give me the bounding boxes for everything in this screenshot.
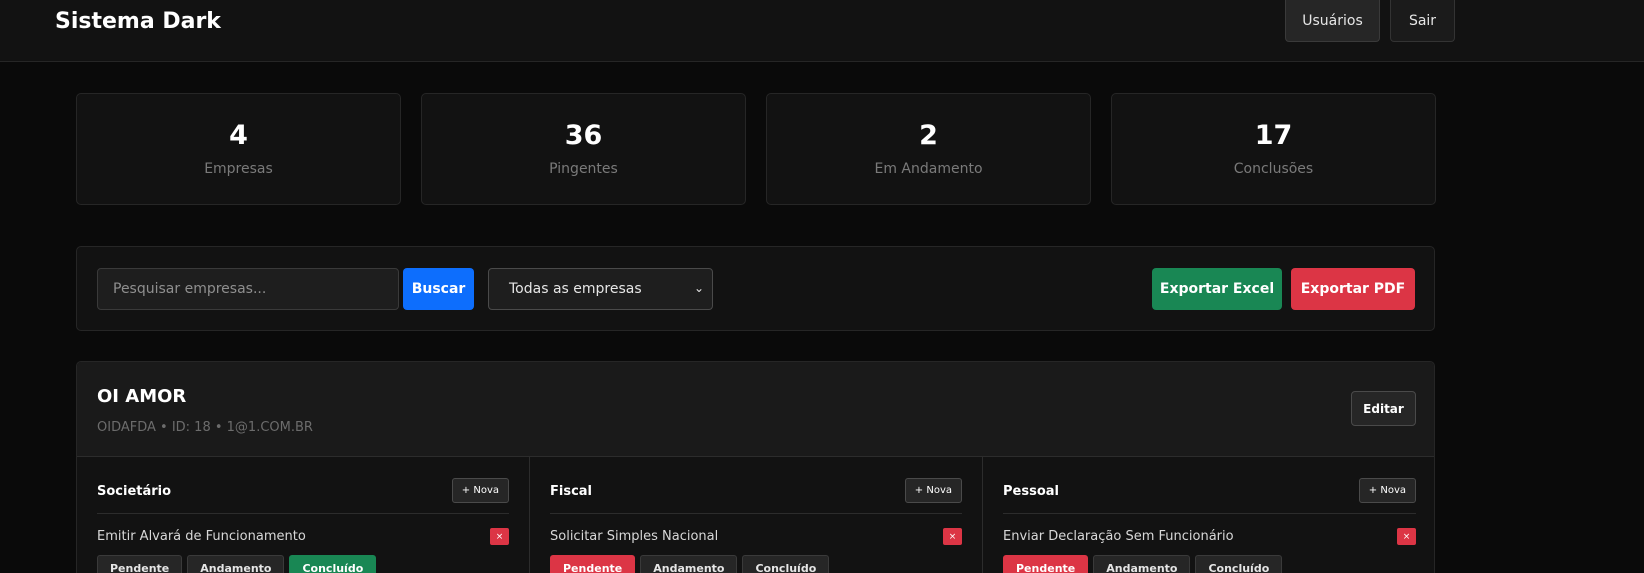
top-navbar: Sistema Dark Usuários Sair [0,0,1644,62]
task-status-group: Pendente Andamento Concluído [97,555,377,573]
category-column-fiscal: Fiscal + Nova Solicitar Simples Nacional… [530,457,983,573]
stat-card-empresas: 4 Empresas [76,93,401,205]
status-concluido-button[interactable]: Concluído [742,555,830,573]
task-status-group: Pendente Andamento Concluído [1003,555,1283,573]
company-meta: OIDAFDA • ID: 18 • 1@1.COM.BR [97,420,313,435]
users-button[interactable]: Usuários [1285,0,1380,42]
logout-button[interactable]: Sair [1390,0,1455,42]
stat-label: Empresas [204,161,273,177]
divider [550,513,962,514]
stat-card-conclusoes: 17 Conclusões [1111,93,1436,205]
status-andamento-button[interactable]: Andamento [640,555,738,573]
category-column-societario: Societário + Nova Emitir Alvará de Funci… [77,457,530,573]
status-andamento-button[interactable]: Andamento [1093,555,1191,573]
stat-label: Conclusões [1233,161,1314,177]
search-button[interactable]: Buscar [403,268,474,310]
task-name: Emitir Alvará de Funcionamento [97,529,306,544]
search-input[interactable] [97,268,399,310]
category-column-pessoal: Pessoal + Nova Enviar Declaração Sem Fun… [983,457,1434,573]
stat-value: 4 [229,120,248,151]
company-card: OI AMOR OIDAFDA • ID: 18 • 1@1.COM.BR Ed… [76,361,1435,573]
status-concluido-button[interactable]: Concluído [289,555,377,573]
category-title: Pessoal [1003,484,1059,499]
delete-task-button[interactable]: × [943,528,962,545]
export-pdf-button[interactable]: Exportar PDF [1291,268,1415,310]
edit-company-button[interactable]: Editar [1351,391,1416,426]
delete-task-button[interactable]: × [1397,528,1416,545]
export-excel-button[interactable]: Exportar Excel [1152,268,1282,310]
category-title: Fiscal [550,484,593,499]
chevron-down-icon: ⌄ [693,281,704,295]
stat-label: Em Andamento [874,161,983,177]
company-filter-select[interactable]: Todas as empresas ⌄ [488,268,713,310]
status-concluido-button[interactable]: Concluído [1195,555,1283,573]
status-andamento-button[interactable]: Andamento [187,555,285,573]
task-name: Enviar Declaração Sem Funcionário [1003,529,1234,544]
new-task-button[interactable]: + Nova [1358,478,1416,503]
status-pendente-button[interactable]: Pendente [1003,555,1089,573]
company-header: OI AMOR OIDAFDA • ID: 18 • 1@1.COM.BR Ed… [77,362,1434,457]
stat-card-pingentes: 36 Pingentes [421,93,746,205]
stat-value: 36 [564,120,603,151]
status-pendente-button[interactable]: Pendente [550,555,636,573]
task-status-group: Pendente Andamento Concluído [550,555,830,573]
filter-toolbar: Buscar Todas as empresas ⌄ Exportar Exce… [76,246,1435,331]
company-filter-value: Todas as empresas [509,281,642,297]
category-title: Societário [97,484,172,499]
divider [1003,513,1416,514]
new-task-button[interactable]: + Nova [904,478,962,503]
delete-task-button[interactable]: × [490,528,509,545]
stat-card-em-andamento: 2 Em Andamento [766,93,1091,205]
new-task-button[interactable]: + Nova [451,478,509,503]
stat-value: 2 [919,120,938,151]
stat-label: Pingentes [549,161,618,177]
company-name: OI AMOR [97,386,187,407]
app-brand: Sistema Dark [55,9,221,34]
stat-value: 17 [1254,120,1293,151]
status-pendente-button[interactable]: Pendente [97,555,183,573]
task-name: Solicitar Simples Nacional [550,529,719,544]
divider [97,513,509,514]
